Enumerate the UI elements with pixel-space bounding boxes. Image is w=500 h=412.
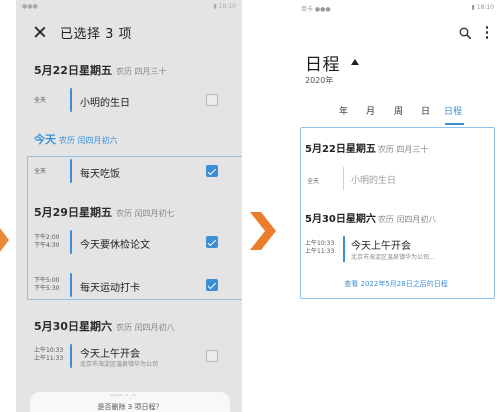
chevron-right-icon	[250, 212, 276, 250]
day-header: 5月30日星期六 农历 闰四月初八	[305, 214, 437, 225]
close-icon[interactable]	[34, 26, 46, 38]
event-checkbox[interactable]	[206, 94, 218, 106]
active-tab-indicator	[445, 123, 464, 125]
event-time: 上午10:33 上午11:33	[305, 240, 335, 255]
day-header: 5月22日星期五 农历 四月三十	[305, 144, 429, 155]
event-row[interactable]: 上午10:33 上午11:33 今天上午开会 北京市海淀区温泉镇华为公司	[16, 342, 242, 372]
caret-up-icon[interactable]	[351, 59, 359, 65]
event-title: 每天吃饭	[80, 169, 120, 180]
page-title[interactable]: 日程	[305, 50, 340, 75]
event-checkbox-checked[interactable]	[206, 236, 218, 248]
selection-header: 已选择 3 项	[16, 14, 242, 50]
event-time: 上午10:33 上午11:33	[34, 347, 64, 362]
event-color-bar	[70, 230, 72, 254]
comparison-stage: ●●● ▮ 18:10 已选择 3 项 5月22日星期五 农历 四月三十 全天 小…	[0, 0, 500, 412]
tab-schedule[interactable]: 日程	[444, 104, 462, 117]
event-title[interactable]: 小明的生日	[351, 173, 396, 186]
event-title: 小明的生日	[80, 98, 130, 109]
event-row[interactable]: 下午2:00 下午4:30 今天要休检论文	[16, 228, 242, 258]
status-left: 单卡 ●●●	[301, 6, 331, 13]
event-checkbox[interactable]	[206, 350, 218, 362]
phone-schedule-view: 单卡 ●●● ▮ 18:10 日程 2020年 年 月 周 日 日程 5月22日…	[293, 0, 500, 412]
event-color-bar	[70, 159, 72, 183]
tab-year[interactable]: 年	[339, 104, 348, 117]
selection-title: 已选择 3 项	[60, 26, 133, 42]
status-right: ▮ 18:10	[471, 4, 495, 11]
event-title[interactable]: 今天上午开会	[351, 237, 411, 252]
search-icon[interactable]	[459, 27, 471, 39]
event-title: 今天要休检论文	[80, 240, 150, 251]
tab-day[interactable]: 日	[421, 104, 430, 117]
event-time: 全天	[307, 178, 320, 185]
phone-selection-mode: ●●● ▮ 18:10 已选择 3 项 5月22日星期五 农历 四月三十 全天 小…	[16, 0, 242, 412]
year-label: 2020年	[305, 76, 334, 85]
more-icon[interactable]	[485, 26, 489, 40]
event-color-bar	[70, 344, 72, 368]
event-time: 下午5:00 下午5:30	[34, 277, 60, 292]
tab-month[interactable]: 月	[366, 104, 375, 117]
event-time: 全天	[34, 97, 47, 104]
event-row[interactable]: 下午5:00 下午5:30 每天运动打卡	[16, 271, 242, 301]
event-time: 全天	[34, 168, 47, 175]
event-color-bar	[70, 273, 72, 297]
event-time: 下午2:00 下午4:30	[34, 234, 60, 249]
status-bar: ●●● ▮ 18:10	[16, 0, 242, 12]
status-left: ●●●	[22, 2, 38, 10]
event-checkbox-checked[interactable]	[206, 165, 218, 177]
watermark: ʷʷʷ.ʳʳ.ʳʳ	[110, 392, 136, 401]
status-right: ▮ 18:10	[213, 2, 237, 10]
view-tabs: 年 月 周 日 日程	[331, 104, 491, 122]
view-more-link[interactable]: 查看 2022年5月28日之后的日程	[311, 279, 481, 289]
event-title: 今天上午开会	[80, 349, 140, 360]
tab-week[interactable]: 周	[394, 104, 403, 117]
event-color-bar	[343, 236, 345, 262]
delete-confirm-text: 是否删除 3 项日程？	[97, 403, 163, 411]
event-checkbox-checked[interactable]	[206, 279, 218, 291]
event-address: 北京市海淀区温泉镇华为公司	[80, 361, 159, 368]
event-title: 每天运动打卡	[80, 283, 140, 294]
day-header: 5月29日星期五 农历 闰四月初七	[34, 206, 175, 219]
edge-arrow-icon	[0, 228, 9, 252]
day-header: 5月30日星期六 农历 闰四月初八	[34, 320, 175, 333]
event-color-bar	[343, 167, 344, 190]
day-header: 5月22日星期五 农历 四月三十	[34, 64, 167, 77]
event-row[interactable]: 全天 每天吃饭	[16, 157, 242, 187]
event-color-bar	[70, 88, 72, 112]
event-address: 北京市海淀区温泉镇华为公司...	[351, 254, 435, 261]
day-header-today: 今天 农历 闰四月初六	[34, 133, 118, 146]
event-row[interactable]: 全天 小明的生日	[16, 86, 242, 116]
